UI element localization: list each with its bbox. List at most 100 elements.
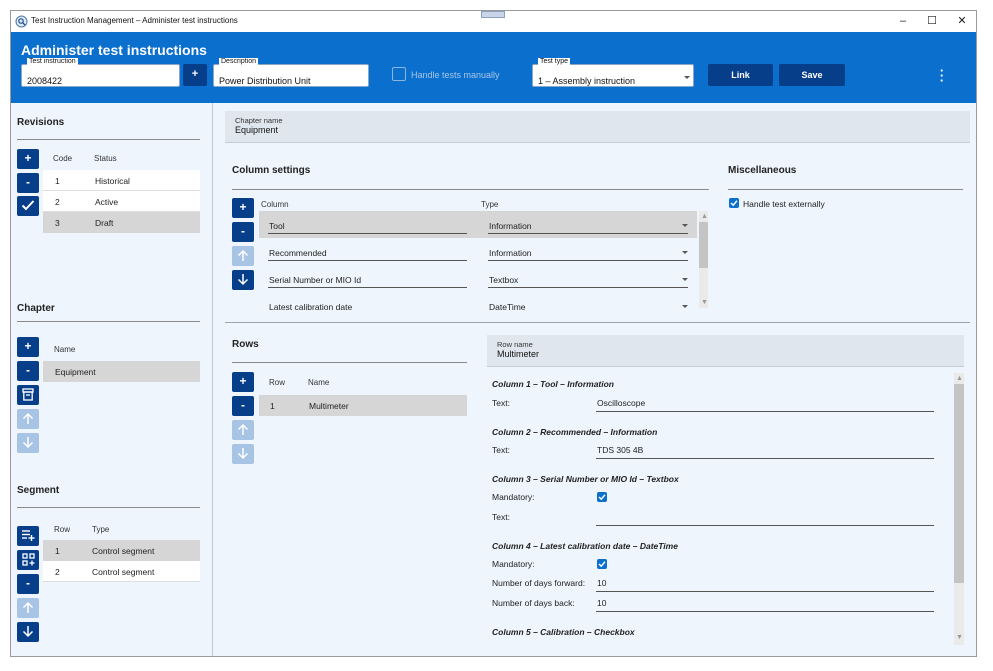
move-row-down-button[interactable] (232, 444, 254, 464)
table-row[interactable]: 2 Control segment (43, 561, 200, 582)
col-header-type: Type (92, 525, 110, 534)
input-underline (596, 411, 934, 412)
chapter-name-value: Equipment (235, 125, 279, 135)
divider (17, 507, 200, 508)
chapter-name-field[interactable]: Chapter name Equipment (225, 111, 970, 143)
column-1-text-value[interactable]: Oscilloscope (597, 398, 645, 408)
left-panel: Revisions + - Code Status 1 Historical 2… (11, 103, 213, 656)
minimize-icon[interactable]: – (893, 15, 913, 27)
scrollbar-thumb[interactable] (699, 222, 708, 268)
row-name-field[interactable]: Row name Multimeter (487, 335, 964, 367)
input-underline (596, 611, 934, 612)
title-bar: Test Instruction Management – Administer… (11, 11, 976, 32)
drag-handle[interactable] (481, 11, 505, 18)
remove-chapter-button[interactable]: - (17, 361, 39, 381)
scroll-up-icon[interactable]: ▲ (956, 375, 963, 383)
col-header-row: Row (269, 378, 286, 387)
arrow-down-icon (237, 448, 249, 460)
move-row-up-button[interactable] (232, 420, 254, 440)
scroll-down-icon[interactable]: ▼ (701, 299, 708, 307)
remove-row-button[interactable]: - (232, 396, 254, 416)
col-header-name: Name (308, 378, 330, 387)
move-chapter-up-button[interactable] (17, 409, 39, 429)
window-title: Test Instruction Management – Administer… (31, 16, 238, 25)
scrollbar-thumb[interactable] (954, 384, 964, 583)
column-4-mandatory-checkbox[interactable] (597, 559, 607, 569)
dropdown-caret-icon[interactable] (682, 305, 688, 308)
page-title: Administer test instructions (21, 42, 207, 58)
row-name-label: Row name (497, 340, 533, 349)
more-vert-icon[interactable]: · · · (938, 64, 946, 87)
col-header-name: Name (54, 345, 76, 354)
col-header-row: Row (54, 525, 71, 534)
table-row-selected[interactable]: 1 Control segment (43, 540, 200, 561)
move-segment-up-button[interactable] (17, 598, 39, 618)
test-instruction-field[interactable]: Test instruction 2008422 (21, 58, 180, 87)
days-back-value[interactable]: 10 (597, 598, 606, 608)
app-icon (15, 15, 28, 28)
add-control-segment-button[interactable] (17, 550, 39, 570)
test-instruction-label: Test instruction (27, 58, 78, 65)
divider (225, 322, 970, 323)
scroll-up-icon[interactable]: ▲ (701, 213, 708, 221)
add-column-button[interactable]: + (232, 198, 254, 218)
maximize-icon[interactable]: ☐ (922, 15, 942, 27)
move-column-up-button[interactable] (232, 246, 254, 266)
playlist-add-icon (22, 530, 35, 541)
table-row[interactable]: 2 Active (43, 191, 200, 212)
table-row-selected[interactable]: Equipment (43, 361, 200, 382)
link-button[interactable]: Link (708, 64, 773, 86)
archive-chapter-button[interactable] (17, 385, 39, 405)
grid-add-icon (21, 553, 35, 566)
handle-externally-checkbox[interactable] (729, 198, 739, 208)
row-name-value: Multimeter (497, 349, 540, 359)
arrow-up-icon (237, 249, 249, 261)
handle-externally-label: Handle test externally (743, 199, 825, 209)
column-2-text-value[interactable]: TDS 305 4B (597, 445, 643, 455)
approve-revision-button[interactable] (17, 196, 39, 216)
add-revision-button[interactable]: + (17, 149, 39, 169)
description-field[interactable]: Description Power Distribution Unit (213, 58, 369, 87)
checkbox-checked-icon (730, 200, 738, 207)
scroll-down-icon[interactable]: ▼ (956, 634, 963, 642)
move-chapter-down-button[interactable] (17, 433, 39, 453)
dropdown-caret-icon (684, 76, 690, 79)
remove-segment-button[interactable]: - (17, 574, 39, 594)
column-4-heading: Column 4 – Latest calibration date – Dat… (492, 541, 678, 551)
move-column-down-button[interactable] (232, 270, 254, 290)
checkbox-checked-icon (598, 494, 606, 501)
column-3-mandatory-checkbox[interactable] (597, 492, 607, 502)
column-name: Serial Number or MIO Id (269, 275, 362, 285)
divider (728, 189, 963, 190)
column-2-text-label: Text: (492, 445, 510, 455)
add-test-instruction-button[interactable]: + (183, 64, 207, 86)
days-forward-value[interactable]: 10 (597, 578, 606, 588)
add-row-button[interactable]: + (232, 372, 254, 392)
input-underline (596, 591, 934, 592)
save-button[interactable]: Save (779, 64, 845, 86)
input-underline (488, 233, 688, 234)
table-row-selected[interactable]: 1 Multimeter (259, 395, 467, 416)
move-segment-down-button[interactable] (17, 622, 39, 642)
remove-column-button[interactable]: - (232, 222, 254, 242)
table-row[interactable]: 1 Historical (43, 170, 200, 191)
check-icon (21, 200, 35, 211)
test-type-select[interactable]: Test type 1 – Assembly instruction (532, 58, 694, 87)
dropdown-caret-icon[interactable] (682, 224, 688, 227)
input-underline (268, 287, 467, 288)
add-chapter-button[interactable]: + (17, 337, 39, 357)
divider (17, 139, 200, 140)
close-icon[interactable]: ✕ (952, 15, 972, 27)
days-back-label: Number of days back: (492, 598, 575, 608)
dropdown-caret-icon[interactable] (682, 251, 688, 254)
input-underline (268, 260, 467, 261)
handle-manually-checkbox[interactable] (392, 67, 406, 81)
column-3-text-input[interactable] (597, 512, 897, 523)
remove-revision-button[interactable]: - (17, 173, 39, 193)
table-row-selected[interactable]: 3 Draft (43, 212, 200, 233)
col-header-status: Status (94, 154, 117, 163)
test-instruction-value: 2008422 (27, 76, 63, 86)
dropdown-caret-icon[interactable] (682, 278, 688, 281)
column-type: DateTime (489, 302, 526, 312)
add-segment-button[interactable] (17, 526, 39, 546)
